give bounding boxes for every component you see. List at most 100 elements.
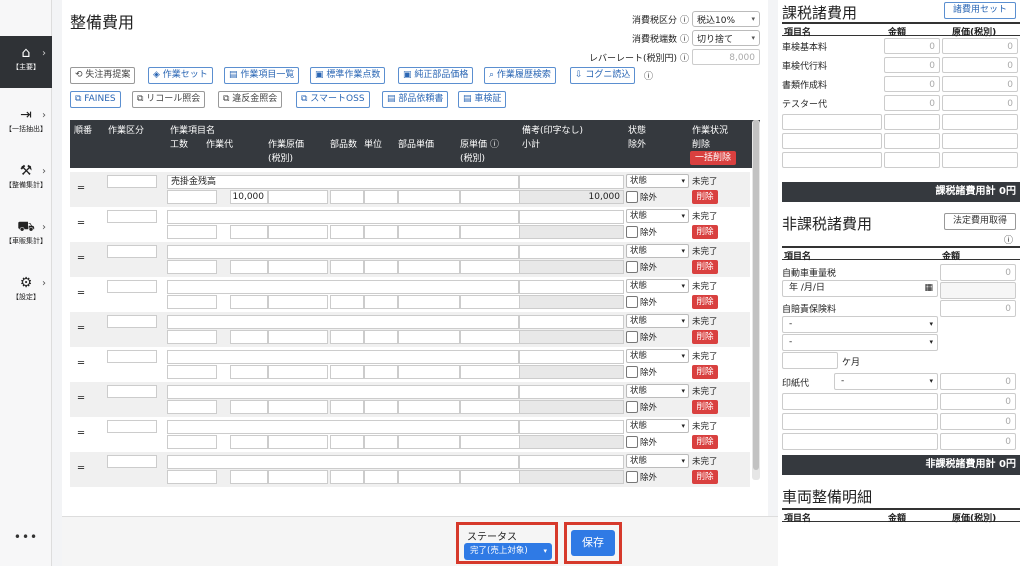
row-cell-input[interactable] [364,295,398,309]
row-cell-input[interactable] [167,400,217,414]
row-cell-input[interactable] [460,365,520,379]
remarks-input[interactable] [519,210,624,224]
row-cell-input[interactable] [330,295,364,309]
genuine-parts-button[interactable]: ▣ 純正部品価格 [398,67,474,84]
fee-cost-input[interactable]: 0 [942,38,1018,54]
row-cell-input[interactable] [364,330,398,344]
row-cell-input[interactable] [268,400,328,414]
row-cell-input[interactable] [398,330,460,344]
row-cell-input[interactable] [398,225,460,239]
fee-name-input[interactable] [782,133,882,149]
row-cell-input[interactable] [364,365,398,379]
remarks-input[interactable] [519,315,624,329]
row-cell-input[interactable] [460,435,520,449]
row-delete-button[interactable]: 削除 [692,260,718,274]
more-icon[interactable]: ••• [0,530,52,544]
sidebar-item-maintenance[interactable]: ⚒ 【整備集計】 › [0,156,52,202]
row-cell-input[interactable] [330,260,364,274]
sidebar-item-main[interactable]: ⌂ 【主要】 › [0,38,52,84]
row-cell-input[interactable] [268,190,328,204]
exclude-checkbox[interactable] [626,296,638,308]
row-cell-input[interactable] [364,260,398,274]
state-select[interactable]: 状態 ▾ [626,174,689,188]
fee-name-input[interactable] [782,114,882,130]
row-cell-input[interactable] [460,470,520,484]
row-cell-input[interactable] [330,470,364,484]
state-select[interactable]: 状態 ▾ [626,349,689,363]
fee-cost-input[interactable]: 0 [942,76,1018,92]
lost-reproposal-button[interactable]: ⟲ 失注再提案 [70,67,136,84]
months-input[interactable] [782,352,838,369]
row-cell-input[interactable] [330,400,364,414]
fee-amount-input[interactable] [884,114,940,130]
work-item-input[interactable] [167,350,519,364]
state-select[interactable]: 状態 ▾ [626,454,689,468]
labor-input[interactable] [230,365,268,379]
row-cell-input[interactable] [167,190,217,204]
row-delete-button[interactable]: 削除 [692,365,718,379]
labor-input[interactable] [230,330,268,344]
state-select[interactable]: 状態 ▾ [626,419,689,433]
weight-tax-input[interactable]: 0 [940,264,1016,281]
row-cell-input[interactable] [460,260,520,274]
row-cell-input[interactable] [330,435,364,449]
exclude-checkbox[interactable] [626,436,638,448]
state-select[interactable]: 状態 ▾ [626,244,689,258]
extra-fee-name-2[interactable] [782,413,938,430]
extra-fee-amount-3[interactable]: 0 [940,433,1016,450]
table-scrollbar[interactable] [752,120,760,480]
row-cell-input[interactable] [330,225,364,239]
drag-handle-icon[interactable]: ═ [78,428,84,439]
work-item-input[interactable] [167,455,519,469]
row-cell-input[interactable] [460,400,520,414]
row-cell-input[interactable] [364,225,398,239]
row-delete-button[interactable]: 削除 [692,295,718,309]
cogni-import-button[interactable]: ⇩ コグニ読込 [570,67,636,84]
row-cell-input[interactable] [167,330,217,344]
weight-tax-date-input[interactable]: 年 /月/日 ▦ [782,280,938,297]
smart-oss-button[interactable]: ⧉ スマートOSS [296,91,370,108]
row-cell-input[interactable] [398,435,460,449]
row-cell-input[interactable] [167,435,217,449]
row-cell-input[interactable] [268,330,328,344]
faines-button[interactable]: ⧉ FAINES [70,91,121,108]
row-cell-input[interactable] [364,190,398,204]
row-cell-input[interactable] [460,225,520,239]
legal-fees-button[interactable]: 法定費用取得 [944,213,1016,230]
labor-input[interactable] [230,470,268,484]
exclude-checkbox[interactable] [626,226,638,238]
stamp-input[interactable]: 0 [940,373,1016,390]
row-cell-input[interactable] [398,400,460,414]
sidebar-item-settings[interactable]: ⚙ 【設定】 › [0,268,52,314]
fee-cost-input[interactable] [942,133,1018,149]
remarks-input[interactable] [519,245,624,259]
labor-input[interactable]: 10,000 [230,190,268,204]
row-cell-input[interactable] [268,260,328,274]
work-item-input[interactable] [167,385,519,399]
drag-handle-icon[interactable]: ═ [78,218,84,229]
row-cell-input[interactable] [268,470,328,484]
drag-handle-icon[interactable]: ═ [78,358,84,369]
tax-class-select[interactable]: 税込10% ▾ [692,11,760,27]
exclude-checkbox[interactable] [626,331,638,343]
save-button[interactable]: 保存 [571,530,615,556]
work-type-input[interactable] [107,315,157,328]
row-cell-input[interactable] [268,365,328,379]
fee-cost-input[interactable]: 0 [942,57,1018,73]
remarks-input[interactable] [519,385,624,399]
row-cell-input[interactable] [364,435,398,449]
labor-input[interactable] [230,225,268,239]
extra-fee-amount-1[interactable]: 0 [940,393,1016,410]
work-type-input[interactable] [107,420,157,433]
fee-amount-input[interactable]: 0 [884,38,940,54]
row-delete-button[interactable]: 削除 [692,330,718,344]
remarks-input[interactable] [519,420,624,434]
work-list-button[interactable]: ▤ 作業項目一覧 [224,67,300,84]
work-history-button[interactable]: ⌕ 作業履歴検索 [484,67,556,84]
row-cell-input[interactable] [460,190,520,204]
standard-points-button[interactable]: ▣ 標準作業点数 [310,67,386,84]
extra-fee-name-3[interactable] [782,433,938,450]
fee-amount-input[interactable]: 0 [884,95,940,111]
extra-fee-amount-2[interactable]: 0 [940,413,1016,430]
fee-amount-input[interactable] [884,133,940,149]
